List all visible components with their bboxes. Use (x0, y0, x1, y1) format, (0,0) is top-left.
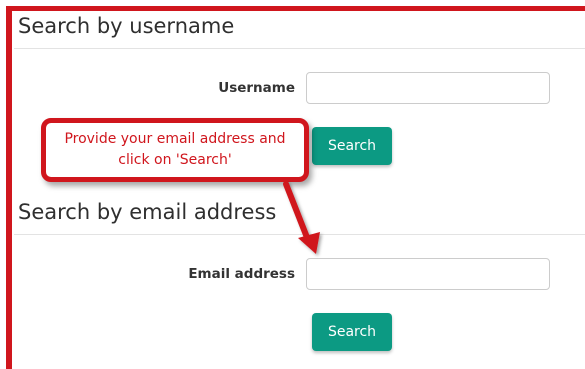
highlight-border-left (6, 6, 12, 369)
highlight-border-top (6, 6, 585, 11)
email-section-heading: Search by email address (18, 200, 277, 224)
callout-text: Provide your email address and click on … (64, 131, 286, 168)
username-label: Username (218, 80, 295, 96)
username-section-heading: Search by username (18, 14, 235, 38)
search-page: Search by username Username Search Searc… (0, 0, 585, 369)
email-input[interactable] (306, 258, 550, 290)
email-search-button[interactable]: Search (312, 313, 392, 351)
arrow-icon (283, 181, 320, 254)
username-input[interactable] (306, 72, 550, 104)
section-divider (14, 234, 585, 235)
instruction-callout: Provide your email address and click on … (41, 118, 309, 182)
email-label: Email address (188, 266, 295, 282)
section-divider (14, 48, 585, 49)
username-search-button[interactable]: Search (312, 127, 392, 165)
